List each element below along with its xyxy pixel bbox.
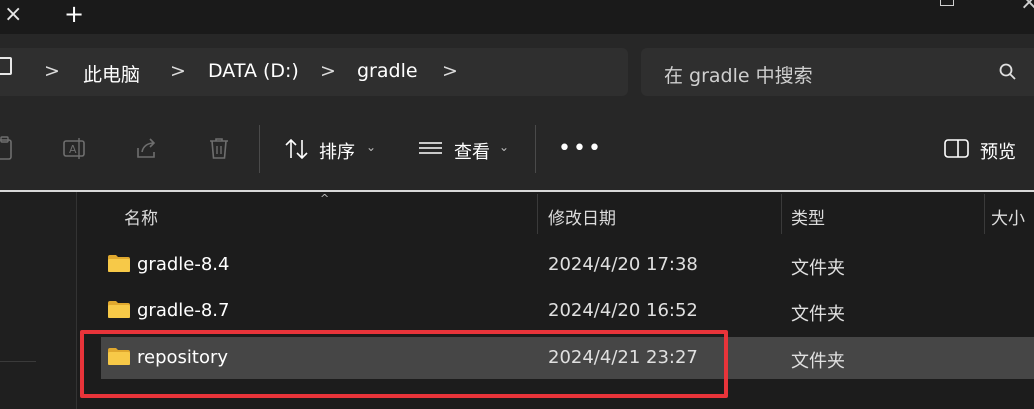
folder-icon bbox=[108, 255, 130, 272]
navigation-pane[interactable] bbox=[0, 192, 76, 409]
delete-icon[interactable] bbox=[207, 136, 231, 162]
file-date: 2024/4/20 16:52 bbox=[548, 300, 698, 321]
folder-icon bbox=[108, 301, 130, 318]
breadcrumb-item-this-pc[interactable]: 此电脑 bbox=[83, 60, 140, 87]
file-name[interactable]: gradle-8.4 bbox=[137, 254, 229, 275]
paste-icon[interactable] bbox=[0, 136, 14, 162]
tab-strip: × + × bbox=[0, 0, 1034, 34]
computer-icon[interactable] bbox=[0, 57, 12, 75]
highlight-annotation-box bbox=[80, 330, 728, 398]
breadcrumb-item-gradle[interactable]: gradle bbox=[357, 60, 418, 82]
tab-close-button[interactable]: × bbox=[4, 2, 22, 27]
column-separator[interactable] bbox=[537, 194, 538, 234]
sort-button[interactable]: 排序 bbox=[319, 138, 355, 164]
file-type: 文件夹 bbox=[791, 351, 845, 372]
search-icon[interactable] bbox=[998, 62, 1018, 82]
breadcrumb-separator[interactable]: > bbox=[442, 60, 458, 82]
column-header-name[interactable]: 名称 bbox=[124, 204, 158, 229]
file-type: 文件夹 bbox=[791, 304, 845, 325]
view-chevron-down-icon[interactable]: ⌄ bbox=[499, 140, 509, 154]
column-header-type[interactable]: 类型 bbox=[791, 204, 825, 229]
column-header-date[interactable]: 修改日期 bbox=[548, 204, 616, 229]
window-close-button[interactable]: × bbox=[1020, 0, 1034, 15]
breadcrumb-separator[interactable]: > bbox=[320, 60, 336, 82]
sort-icon[interactable] bbox=[284, 136, 310, 162]
column-separator[interactable] bbox=[984, 194, 985, 234]
more-options-button[interactable]: ••• bbox=[558, 136, 603, 161]
view-button[interactable]: 查看 bbox=[454, 138, 490, 164]
preview-pane-icon[interactable] bbox=[944, 136, 970, 162]
search-placeholder: 在 gradle 中搜索 bbox=[664, 65, 813, 87]
nav-divider bbox=[0, 361, 36, 362]
view-icon[interactable] bbox=[418, 136, 444, 162]
breadcrumb-separator[interactable]: > bbox=[170, 60, 186, 82]
file-name[interactable]: gradle-8.7 bbox=[137, 300, 229, 321]
toolbar-separator bbox=[535, 125, 536, 173]
svg-text:A: A bbox=[69, 143, 77, 156]
rename-icon[interactable]: A bbox=[62, 136, 88, 162]
column-separator[interactable] bbox=[781, 194, 782, 234]
share-icon[interactable] bbox=[134, 136, 160, 162]
breadcrumb-item-data-drive[interactable]: DATA (D:) bbox=[208, 60, 299, 82]
file-type: 文件夹 bbox=[791, 258, 845, 279]
preview-button[interactable]: 预览 bbox=[980, 138, 1016, 164]
maximize-button[interactable] bbox=[940, 0, 954, 6]
new-tab-button[interactable]: + bbox=[64, 0, 84, 28]
column-header-size[interactable]: 大小 bbox=[991, 204, 1025, 229]
toolbar-separator bbox=[259, 125, 260, 173]
sort-chevron-down-icon[interactable]: ⌄ bbox=[366, 140, 376, 154]
sort-indicator-icon: ^ bbox=[320, 192, 330, 205]
file-date: 2024/4/20 17:38 bbox=[548, 254, 698, 275]
breadcrumb-separator[interactable]: > bbox=[44, 60, 60, 82]
